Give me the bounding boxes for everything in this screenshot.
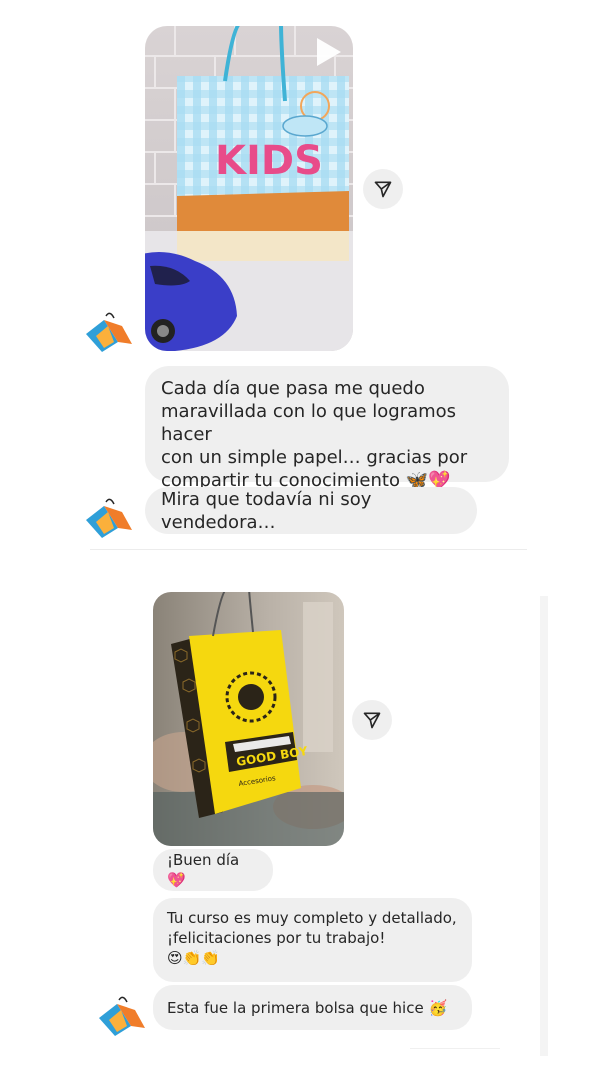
- avatar[interactable]: [84, 312, 136, 358]
- goodboy-bag-photo[interactable]: GOOD BOY Accesorios: [153, 592, 344, 846]
- message-text: Tu curso es muy completo y detallado, ¡f…: [167, 909, 457, 967]
- message-text: Esta fue la primera bolsa que hice 🥳: [167, 998, 448, 1017]
- message-bubble[interactable]: Tu curso es muy completo y detallado, ¡f…: [153, 898, 472, 982]
- paper-bags-logo: [86, 498, 132, 538]
- avatar[interactable]: [84, 498, 136, 544]
- divider: [410, 1048, 500, 1049]
- message-text: ¡Buen día 💖: [167, 851, 240, 889]
- message-text: Mira que todavía ni soy vendedora…: [161, 488, 372, 533]
- message-bubble[interactable]: Mira que todavía ni soy vendedora…: [145, 487, 477, 534]
- message-bubble[interactable]: Cada día que pasa me quedo maravillada c…: [145, 366, 509, 491]
- send-icon: [363, 712, 381, 729]
- scrollbar[interactable]: [540, 596, 548, 1056]
- kids-bag-text: KIDS: [215, 138, 323, 184]
- avatar[interactable]: [97, 996, 149, 1042]
- share-button[interactable]: [363, 169, 403, 209]
- paper-bags-logo: [86, 312, 132, 352]
- message-bubble[interactable]: ¡Buen día 💖: [153, 849, 273, 891]
- message-bubble[interactable]: Esta fue la primera bolsa que hice 🥳: [153, 985, 472, 1030]
- divider: [90, 549, 527, 550]
- share-button[interactable]: [352, 700, 392, 740]
- kids-bag-video-thumbnail[interactable]: KIDS: [145, 26, 353, 351]
- message-text: Cada día que pasa me quedo maravillada c…: [161, 378, 468, 491]
- send-icon: [374, 181, 392, 198]
- paper-bags-logo: [99, 996, 145, 1036]
